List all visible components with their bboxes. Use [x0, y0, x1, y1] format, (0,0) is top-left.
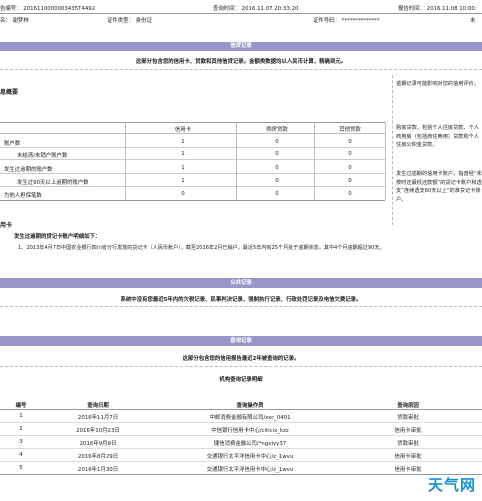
public-section-banner: 公共记录: [0, 278, 482, 288]
section-divider: [0, 306, 482, 307]
id-number: 证件号码： **************: [313, 18, 380, 24]
summary-cell: 0: [348, 191, 352, 197]
query-col-header: 查询操作员: [236, 403, 264, 409]
query-cell: 中信银行信用卡中心/citicix_kzz: [211, 428, 289, 434]
query-cell: 贷款审批: [397, 441, 419, 447]
logo-text: 天气网: [427, 476, 476, 494]
query-table-title: 机构查询记录明细: [219, 377, 263, 383]
query-cell: 捷信消费金融公司/*ngxivy37: [213, 441, 287, 447]
summary-row-label: 账户数: [4, 141, 21, 147]
card-heading: 用卡: [0, 222, 13, 229]
query-cell: 4: [19, 452, 23, 458]
query-col-header: 查询日期: [87, 403, 109, 409]
query-section-subtitle: 这部分包含您的信用报告最近2年被查询的记录。: [182, 356, 300, 362]
detail-heading: 发生过逾期的贷记卡账户明细如下：: [14, 234, 101, 240]
sidebar-note-overdue: 逾期记录可能影响对您的信用评价。: [396, 81, 480, 87]
public-section-subtitle: 系统中没有您最近5年内的欠税记录、民事判决记录、强制执行记录、行政处罚记录及电信…: [120, 297, 362, 303]
detail-item: 1、2013年4月7日中国农业银行四川省分行发放的贷记卡（人民币账户），截至20…: [18, 245, 385, 251]
query-col-header: 查询原因: [397, 403, 419, 409]
summary-title: 息概要: [0, 89, 19, 96]
report-number: 告编号： 2016110000003435T4492: [0, 6, 96, 12]
credit-section-banner: 信贷记录: [0, 42, 482, 51]
query-cell: 交通银行太平洋信用卡中心/z_1wvu: [206, 467, 294, 473]
query-cell: 2016年8月29日: [77, 454, 119, 460]
sidebar-note-overdue-card: 发生过逾期的信用卡账户，指曾经“未按时还最低还款额”的贷记卡账户和透支“连续透支…: [396, 171, 482, 203]
public-section-title: 公共记录: [230, 280, 252, 286]
summary-cell: 0: [275, 139, 279, 145]
summary-cell: 1: [181, 165, 185, 171]
summary-cell: 0: [181, 191, 185, 197]
credit-section-title: 信贷记录: [230, 43, 252, 49]
query-cell: 3: [19, 439, 23, 445]
query-cell: 2: [19, 426, 23, 432]
section-divider: [0, 69, 482, 70]
id-type: 证件类型： 身份证: [107, 18, 152, 24]
summary-cell: 0: [275, 151, 279, 157]
summary-cell: 0: [348, 165, 352, 171]
query-section-title: 查询记录: [230, 338, 252, 344]
query-cell: 2016年11月7日: [77, 415, 119, 421]
summary-cell: 0: [348, 178, 352, 184]
summary-row-label: 为他人担保笔数: [4, 193, 42, 199]
summary-cell: 0: [275, 165, 279, 171]
query-section-banner: 查询记录: [0, 336, 482, 346]
site-logo: 天气网: [428, 474, 476, 495]
summary-cell: 1: [181, 151, 185, 157]
query-cell: 1: [19, 413, 23, 419]
summary-row-label: 发生过逾期的账户数: [4, 167, 53, 173]
header-divider: [0, 13, 482, 14]
query-cell: 2016年1月30日: [77, 467, 119, 473]
query-cell: 信用卡审批: [394, 467, 422, 473]
marital-status: 未: [470, 18, 476, 24]
summary-cell: 1: [181, 139, 185, 145]
person-name: 名： 谢梦林: [0, 18, 29, 24]
summary-row-label: 发生过90天以上逾期的账户数: [17, 180, 89, 186]
query-cell: 中邮消费金融有限公司/zxc_0401: [209, 415, 291, 421]
query-cell: 信用卡审批: [394, 428, 422, 434]
sidebar-note-mortgage: 购房贷款，包括个人住房贷款、个人商用房（包括商住两用）贷款和个人住房公积金贷款。: [396, 125, 480, 148]
query-col-header: 编号: [15, 403, 27, 409]
query-cell: 2016年9月9日: [79, 441, 117, 447]
sidebar-divider: [392, 75, 393, 225]
summary-col-header: 其他贷款: [339, 127, 361, 133]
summary-cell: 1: [181, 178, 185, 184]
summary-cell: 0: [348, 151, 352, 157]
report-time: 报告时间： 2016.11.08 10:00:: [398, 6, 477, 12]
section-divider: [0, 366, 482, 367]
query-cell: 5: [19, 465, 23, 471]
credit-section-subtitle: 这部分包含您的信用卡、贷款和其他信贷记录。金额类数据均以人民币计算，精确到元。: [135, 59, 347, 65]
summary-col-header: 购房贷款: [266, 127, 288, 133]
query-cell: 信用卡审批: [394, 454, 422, 460]
summary-col-header: 信用卡: [174, 127, 192, 133]
query-cell: 贷款审批: [397, 415, 419, 421]
summary-row-label: 未结清/未销户账户数: [17, 153, 68, 159]
query-time: 查询时间： 2016.11.07 20:33:20: [213, 6, 299, 12]
query-cell: 2016年10月23日: [76, 428, 120, 434]
summary-cell: 0: [348, 139, 352, 145]
summary-cell: 0: [275, 191, 279, 197]
query-cell: 交通银行太平洋信用卡中心/z_1wvu: [206, 454, 294, 460]
summary-cell: 0: [275, 178, 279, 184]
